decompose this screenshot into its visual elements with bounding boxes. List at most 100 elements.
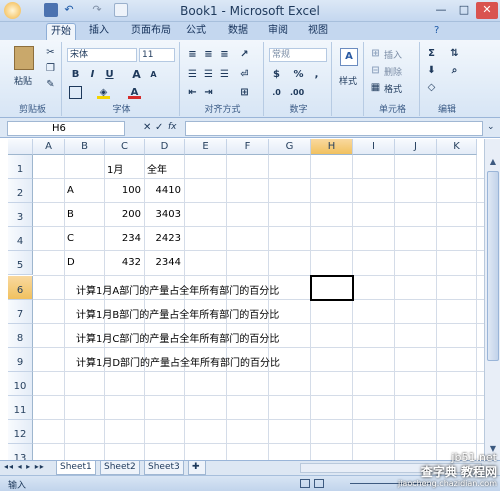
decrease-decimal-icon[interactable]: .00 xyxy=(290,86,304,99)
column-header-j[interactable]: J xyxy=(395,139,437,155)
delete-cells-button[interactable]: 删除 xyxy=(384,65,402,78)
increase-indent-icon[interactable]: ⇥ xyxy=(202,86,215,99)
tab-view[interactable]: 视图 xyxy=(304,23,332,40)
row-header-10[interactable]: 10 xyxy=(8,371,33,396)
cell-b2[interactable]: A xyxy=(67,185,74,196)
align-right-icon[interactable]: ☰ xyxy=(218,68,231,81)
column-header-h[interactable]: H xyxy=(311,139,353,155)
cell-b4[interactable]: C xyxy=(67,233,74,244)
copy-icon[interactable]: ❐ xyxy=(44,62,57,75)
font-size-select[interactable]: 11 xyxy=(139,48,175,62)
close-button[interactable]: ✕ xyxy=(476,2,498,19)
align-left-icon[interactable]: ☰ xyxy=(186,68,199,81)
cell-b7[interactable]: 计算1月B部门的产量占全年所有部门的百分比 xyxy=(76,306,279,321)
row-header-2[interactable]: 2 xyxy=(8,179,33,204)
cell-b5[interactable]: D xyxy=(67,257,75,268)
row-header-8[interactable]: 8 xyxy=(8,323,33,348)
row-header-4[interactable]: 4 xyxy=(8,227,33,252)
increase-decimal-icon[interactable]: .0 xyxy=(270,86,283,99)
italic-button[interactable]: I xyxy=(86,68,99,81)
clear-icon[interactable]: ◇ xyxy=(425,81,438,94)
grow-font-button[interactable]: A xyxy=(130,68,143,81)
sheet-tab-1[interactable]: Sheet1 xyxy=(56,461,96,475)
align-top-icon[interactable]: ≡ xyxy=(186,48,199,61)
cell-c2[interactable]: 100 xyxy=(105,185,141,196)
cell-b8[interactable]: 计算1月C部门的产量占全年所有部门的百分比 xyxy=(76,330,279,345)
cell-b9[interactable]: 计算1月D部门的产量占全年所有部门的百分比 xyxy=(76,354,280,369)
cut-icon[interactable]: ✂ xyxy=(44,46,57,59)
row-header-1[interactable]: 1 xyxy=(8,155,33,180)
column-header-i[interactable]: I xyxy=(353,139,395,155)
find-select-icon[interactable]: ⌕ xyxy=(448,64,461,77)
underline-button[interactable]: U xyxy=(103,68,116,81)
borders-icon[interactable] xyxy=(69,86,82,99)
percent-button[interactable]: % xyxy=(292,68,305,81)
enter-icon[interactable]: ✓ xyxy=(155,122,163,133)
cell-b6[interactable]: 计算1月A部门的产量占全年所有部门的百分比 xyxy=(76,282,279,297)
maximize-button[interactable]: □ xyxy=(453,2,475,19)
fill-color-icon[interactable]: ◈ xyxy=(97,86,110,99)
tab-review[interactable]: 审阅 xyxy=(264,23,292,40)
row-header-13[interactable]: 13 xyxy=(8,444,33,460)
orientation-icon[interactable]: ↗ xyxy=(238,48,251,61)
cell-d2[interactable]: 4410 xyxy=(145,185,181,196)
cell-c1[interactable]: 1月 xyxy=(107,161,123,176)
formula-input[interactable] xyxy=(185,121,483,136)
cell-c4[interactable]: 234 xyxy=(105,233,141,244)
cell-d4[interactable]: 2423 xyxy=(145,233,181,244)
shrink-font-button[interactable]: A xyxy=(147,68,160,81)
autosum-button[interactable]: Σ xyxy=(425,47,438,60)
cancel-icon[interactable]: ✕ xyxy=(143,122,151,133)
align-bottom-icon[interactable]: ≡ xyxy=(218,48,231,61)
cell-d1[interactable]: 全年 xyxy=(147,161,167,176)
font-color-icon[interactable]: A xyxy=(128,86,141,99)
tab-formulas[interactable]: 公式 xyxy=(182,23,210,40)
bold-button[interactable]: B xyxy=(69,68,82,81)
fill-icon[interactable]: ⬇ xyxy=(425,64,438,77)
active-cell-h6[interactable] xyxy=(310,274,354,301)
new-sheet-icon[interactable]: ✚ xyxy=(188,461,206,475)
name-box[interactable]: H6 xyxy=(7,121,125,136)
decrease-indent-icon[interactable]: ⇤ xyxy=(186,86,199,99)
insert-cells-icon[interactable]: ⊞ xyxy=(369,47,382,60)
comma-button[interactable]: , xyxy=(310,68,323,81)
column-header-d[interactable]: D xyxy=(145,139,185,155)
tab-page-layout[interactable]: 页面布局 xyxy=(127,23,175,40)
styles-button[interactable]: 样式 xyxy=(339,74,357,87)
row-header-5[interactable]: 5 xyxy=(8,251,33,276)
wrap-text-icon[interactable]: ⏎ xyxy=(238,68,251,81)
normal-view-icon[interactable] xyxy=(300,479,310,488)
cell-c5[interactable]: 432 xyxy=(105,257,141,268)
scroll-thumb[interactable] xyxy=(487,171,499,361)
tab-home[interactable]: 开始 xyxy=(46,23,76,40)
worksheet-grid[interactable]: A B C D E F G H I J K 1 2 3 4 5 6 7 8 9 10 11 12 13 1月 全年 A 100 4410… xyxy=(8,139,484,460)
sheet-tab-3[interactable]: Sheet3 xyxy=(144,461,184,475)
expand-formula-icon[interactable]: ⌄ xyxy=(487,122,495,132)
sheet-tab-2[interactable]: Sheet2 xyxy=(100,461,140,475)
row-header-6[interactable]: 6 xyxy=(8,275,33,300)
column-header-k[interactable]: K xyxy=(437,139,477,155)
column-header-a[interactable]: A xyxy=(33,139,65,155)
select-all-corner[interactable] xyxy=(8,139,33,155)
insert-function-button[interactable]: fx xyxy=(168,122,177,132)
column-header-c[interactable]: C xyxy=(105,139,145,155)
format-painter-icon[interactable]: ✎ xyxy=(44,78,57,91)
sheet-nav-icon[interactable]: ◂◂ ◂ ▸ ▸▸ xyxy=(4,462,45,471)
tab-data[interactable]: 数据 xyxy=(224,23,252,40)
minimize-button[interactable]: — xyxy=(430,2,452,19)
column-header-f[interactable]: F xyxy=(227,139,269,155)
column-header-e[interactable]: E xyxy=(185,139,227,155)
column-header-g[interactable]: G xyxy=(269,139,311,155)
cell-d5[interactable]: 2344 xyxy=(145,257,181,268)
scroll-up-icon[interactable]: ▲ xyxy=(487,157,499,169)
row-header-9[interactable]: 9 xyxy=(8,347,33,372)
merge-center-icon[interactable]: ⊞ xyxy=(238,86,251,99)
insert-cells-button[interactable]: 插入 xyxy=(384,48,402,61)
paste-button[interactable]: 粘贴 xyxy=(14,74,32,87)
vertical-scrollbar[interactable]: ▲ ▼ xyxy=(484,139,500,460)
font-name-select[interactable]: 宋体 xyxy=(67,48,137,62)
paste-icon[interactable] xyxy=(14,46,34,70)
help-icon[interactable]: ? xyxy=(430,23,443,40)
format-cells-icon[interactable]: ▦ xyxy=(369,81,382,94)
row-header-11[interactable]: 11 xyxy=(8,396,33,421)
